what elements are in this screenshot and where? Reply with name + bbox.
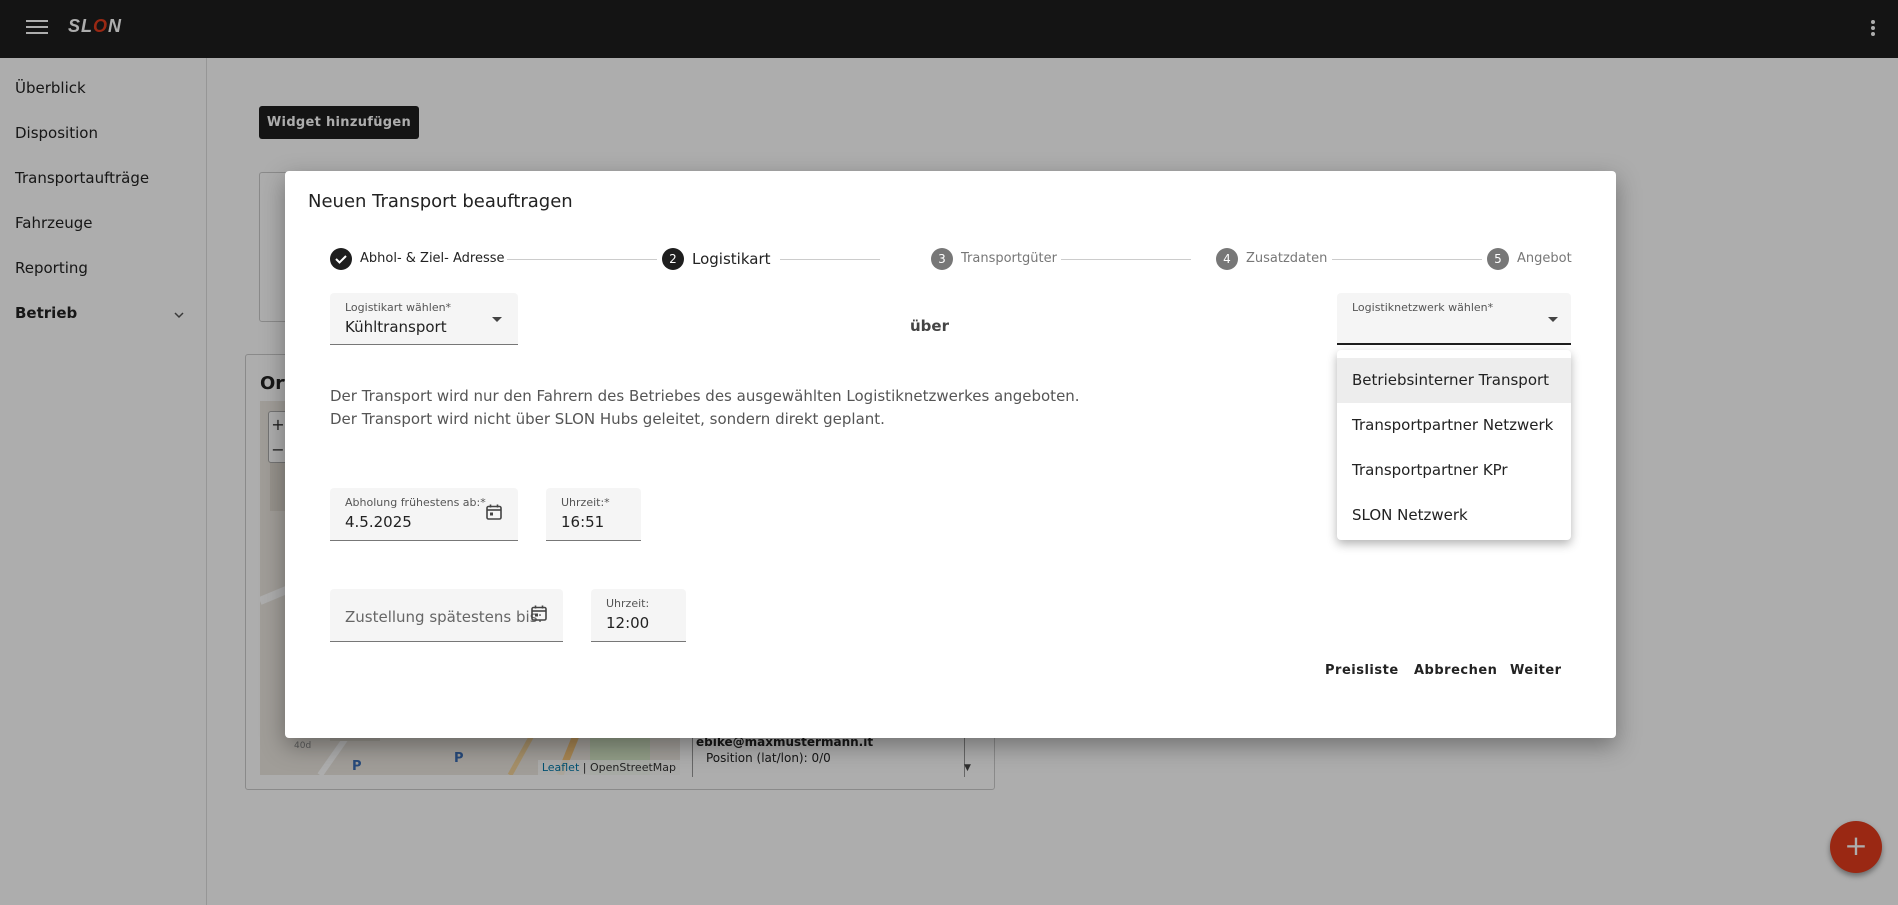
step-transportgueter[interactable]: 3 Transportgüter (931, 248, 1071, 270)
step-number: 2 (662, 248, 684, 270)
check-icon (330, 248, 352, 270)
field-label: Logistiknetzwerk wählen* (1352, 301, 1494, 314)
info-line: Der Transport wird nur den Fahrern des B… (330, 387, 1080, 405)
ueber-label: über (910, 317, 949, 335)
preisliste-button[interactable]: Preisliste (1325, 663, 1399, 678)
logistiknetzwerk-options: Betriebsinterner Transport Transportpart… (1337, 350, 1571, 540)
step-label: Transportgüter (961, 251, 1057, 266)
field-label: Logistikart wählen* (345, 301, 452, 314)
dialog-title: Neuen Transport beauftragen (308, 191, 573, 212)
option-betriebsinterner-transport[interactable]: Betriebsinterner Transport (1337, 358, 1571, 403)
step-zusatzdaten[interactable]: 4 Zusatzdaten (1216, 248, 1336, 270)
field-label: Abholung frühestens ab:* (345, 496, 486, 509)
step-connector (1332, 259, 1482, 260)
field-label: Uhrzeit: (606, 597, 650, 610)
field-value: 4.5.2025 (345, 513, 412, 531)
step-connector (507, 259, 657, 260)
field-label: Uhrzeit:* (561, 496, 610, 509)
step-number: 3 (931, 248, 953, 270)
option-transportpartner-netzwerk[interactable]: Transportpartner Netzwerk (1337, 403, 1571, 448)
dropdown-arrow-icon (1548, 317, 1558, 322)
step-number: 4 (1216, 248, 1238, 270)
step-number: 5 (1487, 248, 1509, 270)
step-angebot[interactable]: 5 Angebot (1487, 248, 1577, 270)
calendar-icon[interactable] (530, 604, 548, 622)
step-label: Zusatzdaten (1246, 251, 1328, 266)
calendar-icon[interactable] (485, 503, 503, 521)
next-button[interactable]: Weiter (1510, 663, 1562, 678)
step-label: Angebot (1517, 251, 1572, 266)
abholung-time-field[interactable]: Uhrzeit:* 16:51 (546, 488, 641, 541)
logistikart-select[interactable]: Logistikart wählen* Kühltransport (330, 293, 518, 345)
field-placeholder: Zustellung spätestens bis: (345, 608, 543, 626)
step-adresse[interactable]: Abhol- & Ziel- Adresse (330, 248, 510, 270)
step-label: Logistikart (692, 250, 771, 268)
step-connector (780, 259, 880, 260)
zustellung-time-field[interactable]: Uhrzeit: 12:00 (591, 589, 686, 642)
info-line: Der Transport wird nicht über SLON Hubs … (330, 410, 885, 428)
field-value: 12:00 (606, 614, 650, 632)
abholung-date-field[interactable]: Abholung frühestens ab:* 4.5.2025 (330, 488, 518, 541)
field-value: 16:51 (561, 513, 605, 531)
option-slon-netzwerk[interactable]: SLON Netzwerk (1337, 493, 1571, 538)
info-text: Der Transport wird nur den Fahrern des B… (330, 385, 1080, 431)
dropdown-arrow-icon (492, 317, 502, 322)
cancel-button[interactable]: Abbrechen (1414, 663, 1497, 678)
field-value: Kühltransport (345, 318, 447, 336)
zustellung-date-field[interactable]: Zustellung spätestens bis: (330, 589, 563, 642)
step-label: Abhol- & Ziel- Adresse (360, 251, 505, 266)
option-transportpartner-kpr[interactable]: Transportpartner KPr (1337, 448, 1571, 493)
step-connector (1061, 259, 1191, 260)
step-logistikart[interactable]: 2 Logistikart (662, 248, 782, 270)
logistiknetzwerk-select[interactable]: Logistiknetzwerk wählen* (1337, 293, 1571, 345)
